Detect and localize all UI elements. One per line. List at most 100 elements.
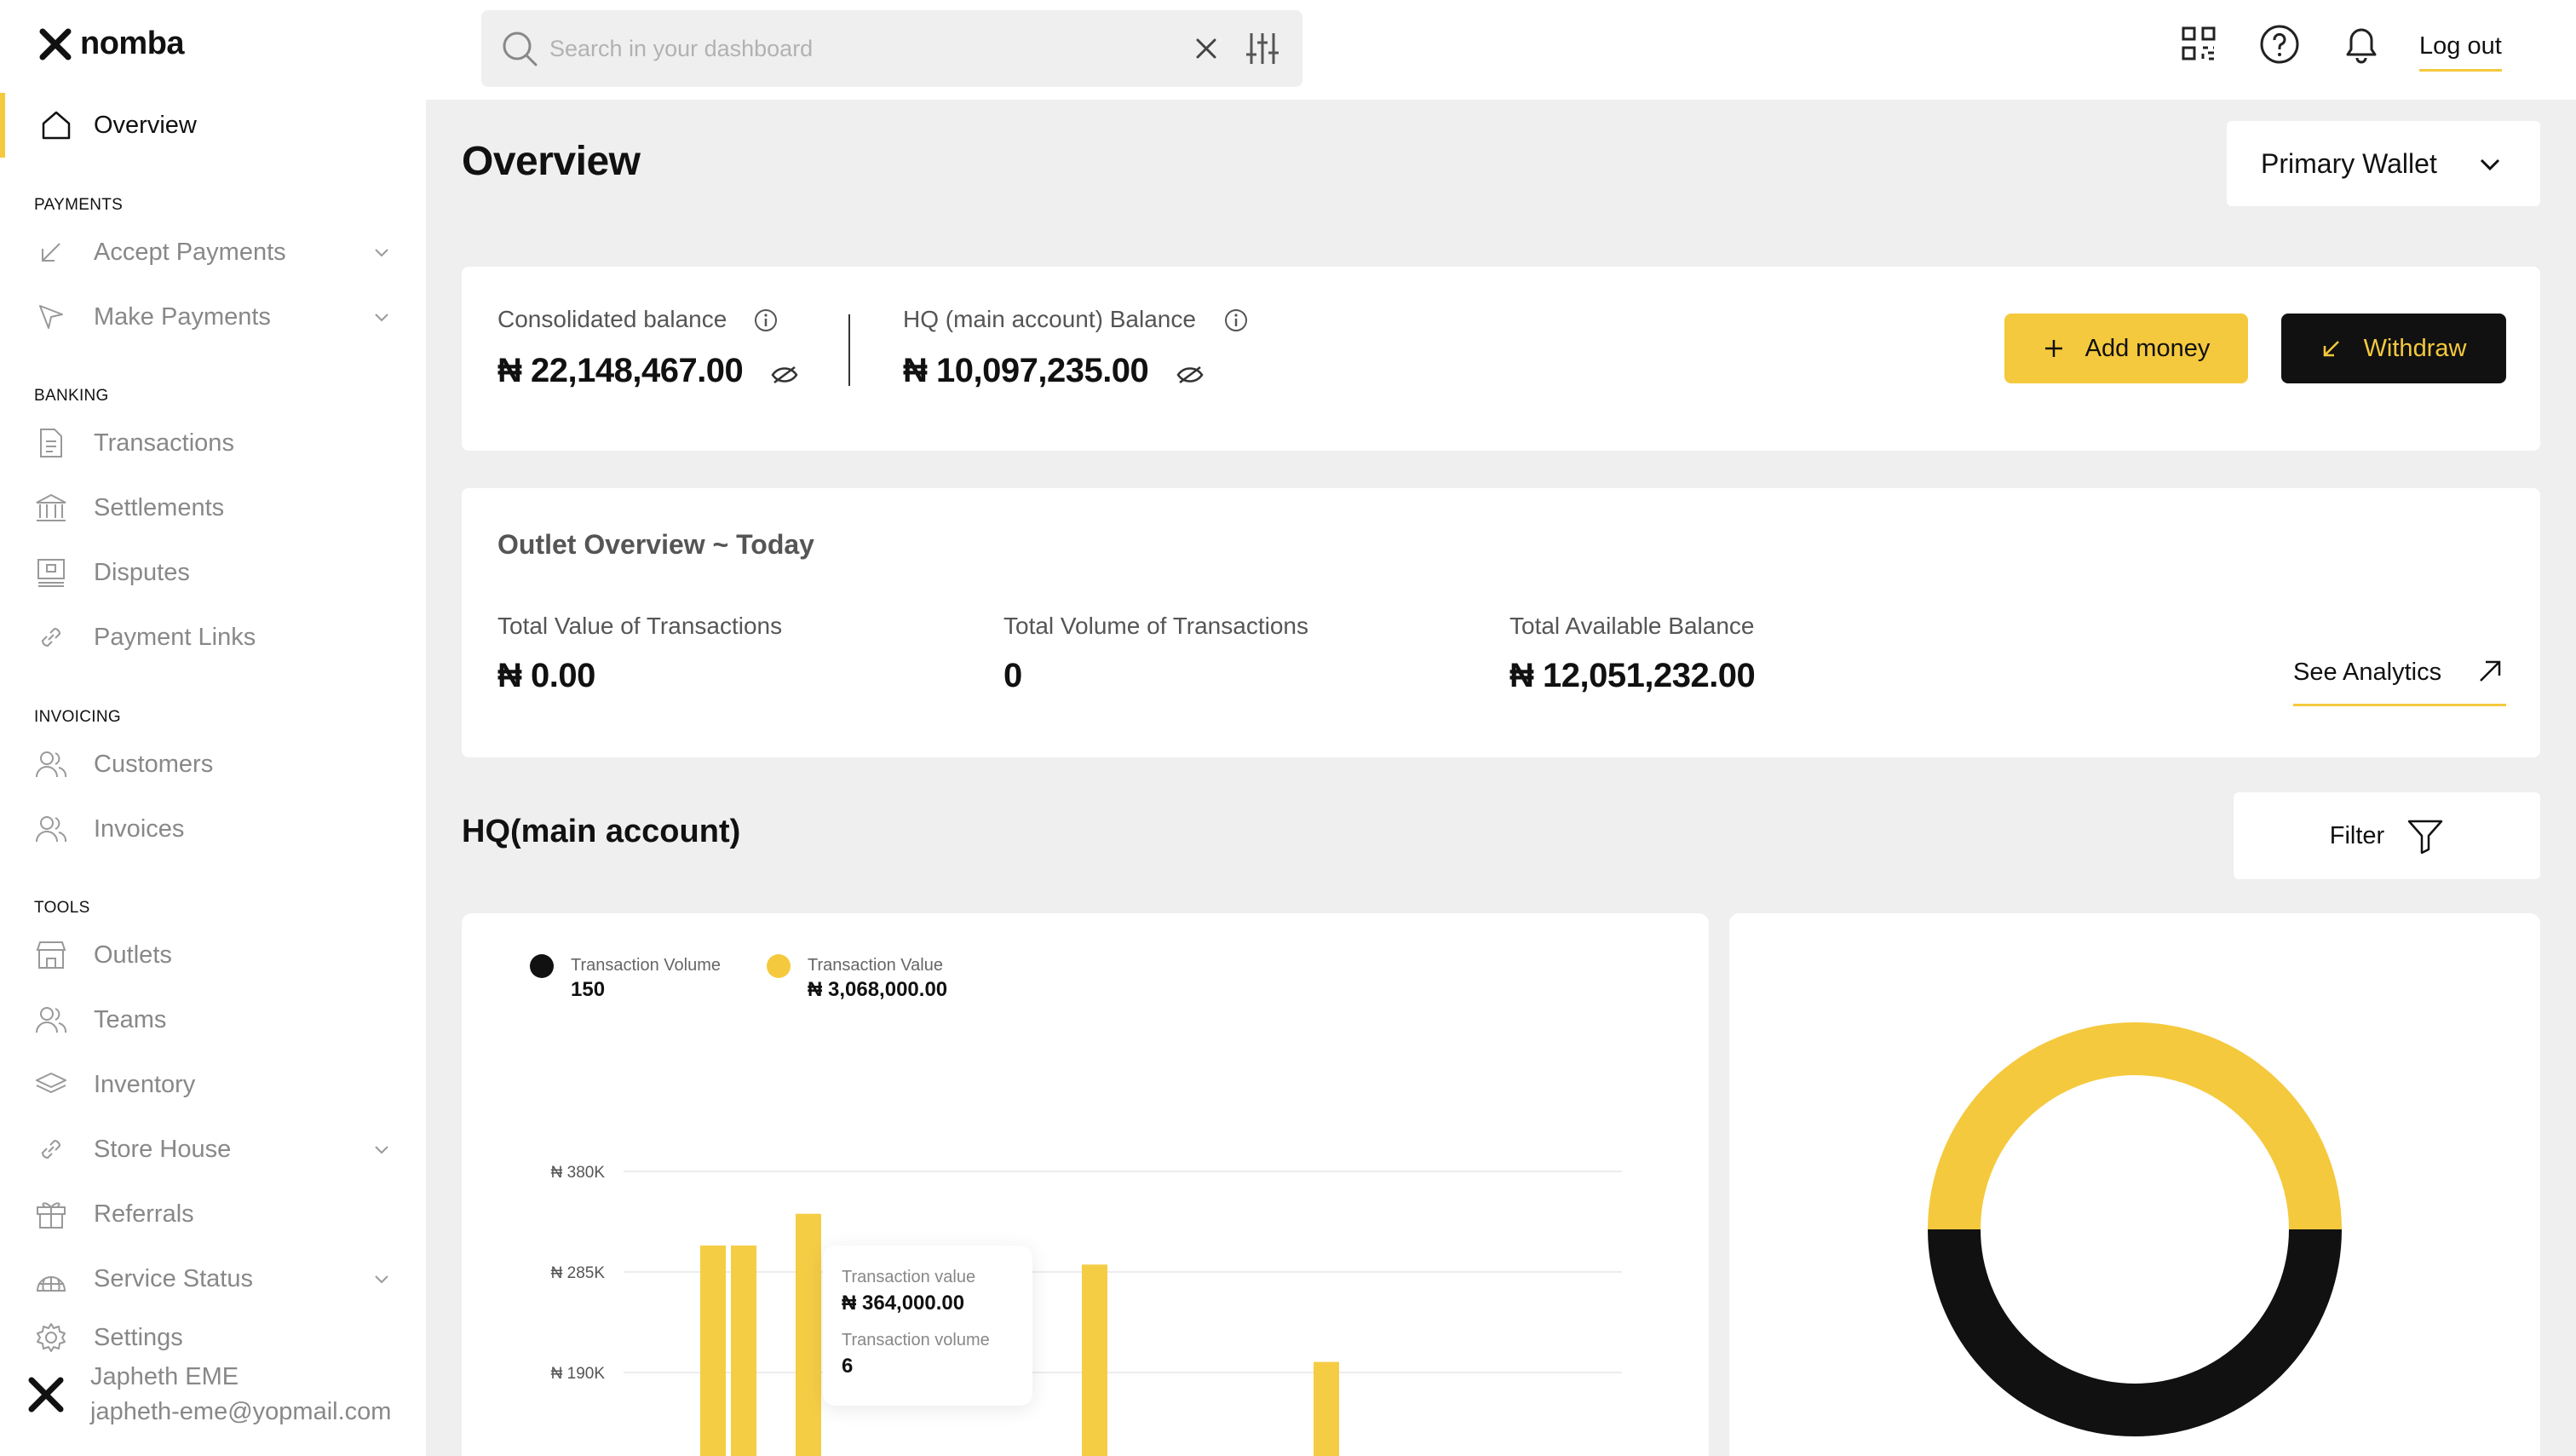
chart-bar[interactable] (731, 1245, 756, 1456)
tooltip-value-label: Transaction value (842, 1268, 976, 1286)
sidebar-item-label: Customers (94, 750, 214, 778)
hq-balance-value: ₦ 10,097,235.00 (903, 352, 1149, 389)
sidebar-item-label: Invoices (94, 814, 185, 843)
users-icon (34, 747, 68, 781)
chart-bar[interactable] (700, 1245, 726, 1456)
sidebar-item-label: Teams (94, 1005, 167, 1033)
add-money-button[interactable]: Add money (2004, 314, 2248, 383)
qr-code-icon[interactable] (2181, 26, 2217, 61)
link-icon (34, 620, 68, 654)
total-volume-label: Total Volume of Transactions (1003, 613, 1308, 639)
y-tick-label: ₦ 190K (551, 1365, 606, 1383)
chart-bar[interactable] (796, 1213, 821, 1456)
gear-icon (34, 1321, 68, 1355)
eye-off-icon[interactable] (770, 362, 799, 388)
total-volume-amount: 0 (1003, 657, 1022, 694)
tooltip-value: ₦ 364,000.00 (842, 1292, 965, 1315)
sidebar-item-label: Overview (94, 112, 197, 139)
filter-button[interactable]: Filter (2234, 792, 2540, 879)
hq-section-title: HQ(main account) (462, 814, 741, 849)
users-icon (34, 812, 68, 846)
sidebar-item-payment-links[interactable]: Payment Links (34, 612, 392, 663)
brand-logo[interactable]: nomba (39, 26, 185, 62)
sidebar-item-invoices[interactable]: Invoices (34, 803, 392, 855)
store-icon (34, 938, 68, 972)
available-balance-amount: ₦ 12,051,232.00 (1509, 657, 1756, 694)
divider (848, 314, 850, 386)
available-balance-label: Total Available Balance (1509, 613, 1755, 639)
sidebar-item-label: Accept Payments (94, 238, 286, 266)
sidebar-item-make-payments[interactable]: Make Payments (34, 291, 392, 342)
filter-label: Filter (2329, 821, 2385, 849)
y-tick-label: ₦ 380K (551, 1164, 606, 1182)
section-banking: BANKING (34, 387, 109, 405)
plus-icon (2044, 340, 2062, 357)
home-icon (39, 108, 73, 142)
help-icon[interactable] (2259, 24, 2300, 65)
link-icon (34, 1132, 68, 1166)
sidebar-item-label: Make Payments (94, 302, 271, 331)
sidebar-item-teams[interactable]: Teams (34, 994, 392, 1045)
donut-chart (1928, 1022, 2342, 1436)
donut-slice[interactable] (1928, 1229, 2342, 1436)
filter-sliders-icon[interactable] (1245, 31, 1280, 66)
sidebar-item-disputes[interactable]: Disputes (34, 547, 392, 598)
consolidated-balance-label: Consolidated balance (497, 306, 727, 332)
sidebar-item-transactions[interactable]: Transactions (34, 417, 392, 469)
chevron-down-icon (375, 249, 388, 257)
clear-search-icon[interactable] (1193, 36, 1219, 61)
total-value-label: Total Value of Transactions (497, 613, 783, 639)
sidebar-item-label: Outlets (94, 941, 172, 969)
see-analytics-label: See Analytics (2293, 659, 2442, 686)
sidebar-item-label: Payment Links (94, 623, 256, 651)
send-icon (34, 300, 68, 334)
sidebar-item-store-house[interactable]: Store House (34, 1124, 392, 1175)
user-profile[interactable]: Japheth EME japheth-eme@yopmail.com (27, 1363, 391, 1426)
chevron-down-icon (2480, 158, 2500, 171)
search-bar[interactable]: Search in your dashboard (481, 10, 1302, 87)
document-icon (34, 426, 68, 460)
sidebar-item-label: Inventory (94, 1070, 196, 1098)
withdraw-button[interactable]: Withdraw (2281, 314, 2506, 383)
bank-icon (34, 491, 68, 525)
search-icon (500, 29, 539, 68)
info-icon[interactable] (753, 308, 779, 333)
chart-tooltip: Transaction value ₦ 364,000.00 Transacti… (823, 1246, 1032, 1406)
page-title: Overview (462, 139, 641, 184)
sidebar-item-outlets[interactable]: Outlets (34, 929, 392, 981)
section-payments: PAYMENTS (34, 196, 124, 214)
layers-icon (34, 1068, 68, 1102)
info-icon[interactable] (1223, 308, 1249, 333)
sidebar-item-label: Referrals (94, 1200, 194, 1228)
top-bar: Search in your dashboard Log out (426, 0, 2576, 100)
see-analytics-link[interactable]: See Analytics (2293, 659, 2506, 706)
filter-icon (2407, 820, 2443, 855)
sidebar-item-settings[interactable]: Settings (34, 1312, 392, 1363)
chart-bar[interactable] (1314, 1361, 1339, 1456)
chevron-down-icon (375, 1275, 388, 1284)
sidebar-item-settlements[interactable]: Settlements (34, 482, 392, 533)
globe-icon (34, 1262, 68, 1296)
donut-slice[interactable] (1928, 1022, 2342, 1230)
bell-icon[interactable] (2343, 24, 2380, 65)
sidebar-item-label: Settlements (94, 493, 225, 521)
donut-chart-card (1729, 913, 2540, 1456)
y-tick-label: ₦ 285K (551, 1264, 606, 1282)
section-tools: TOOLS (34, 899, 90, 917)
logout-button[interactable]: Log out (2419, 32, 2502, 72)
eye-off-icon[interactable] (1176, 362, 1205, 388)
search-input[interactable]: Search in your dashboard (549, 36, 813, 62)
sidebar-item-inventory[interactable]: Inventory (34, 1059, 392, 1110)
balance-card: Consolidated balance ₦ 22,148,467.00 HQ … (462, 267, 2540, 451)
sidebar-item-service-status[interactable]: Service Status (34, 1253, 392, 1304)
nomba-logo-icon (39, 28, 72, 60)
sidebar-item-accept-payments[interactable]: Accept Payments (34, 227, 392, 278)
sidebar-item-customers[interactable]: Customers (34, 739, 392, 790)
add-money-label: Add money (2084, 334, 2211, 362)
sidebar-item-referrals[interactable]: Referrals (34, 1188, 392, 1240)
arrow-up-right-icon (2480, 660, 2501, 682)
chart-bar[interactable] (1082, 1264, 1107, 1456)
active-indicator (0, 93, 5, 158)
sidebar-item-overview[interactable]: Overview (0, 93, 426, 158)
wallet-select[interactable]: Primary Wallet (2227, 121, 2540, 206)
